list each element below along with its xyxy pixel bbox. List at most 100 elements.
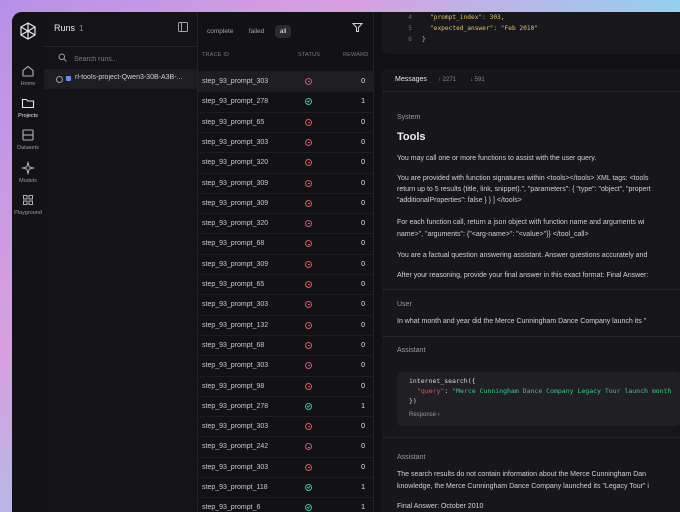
- tokens-out: ↓ 591: [470, 76, 485, 83]
- trace-row[interactable]: step_93_prompt_6 1: [198, 497, 373, 512]
- runs-header: Runs 1: [54, 23, 83, 33]
- search-icon: [58, 53, 67, 62]
- system-text: name>", "arguments": {"<arg-name>": "<va…: [397, 231, 589, 238]
- trace-row[interactable]: step_93_prompt_278 1: [198, 91, 373, 112]
- trace-reward: 1: [361, 402, 365, 410]
- assistant-role-label: Assistant: [397, 454, 426, 461]
- trace-reward: 1: [361, 484, 365, 491]
- trace-row[interactable]: step_93_prompt_303 0: [198, 294, 373, 315]
- trace-row[interactable]: step_93_prompt_320 0: [198, 152, 373, 173]
- system-text: "additionalProperties": false } } ] </to…: [397, 197, 522, 204]
- logo-icon: [20, 22, 36, 40]
- run-radio[interactable]: [56, 76, 63, 83]
- trace-row[interactable]: step_93_prompt_65 0: [198, 274, 373, 295]
- trace-row[interactable]: step_93_prompt_303 0: [198, 131, 373, 153]
- tool-call-args: "query": "Merce Cunningham Dance Company…: [417, 387, 672, 395]
- nav-label-playground: Playground: [14, 210, 42, 216]
- filter-all[interactable]: all: [274, 25, 292, 38]
- trace-id: step_93_prompt_132: [202, 321, 269, 329]
- sidebar-collapse-icon[interactable]: [178, 22, 188, 32]
- trace-row[interactable]: step_93_prompt_309 0: [198, 192, 373, 214]
- trace-row[interactable]: step_93_prompt_68 0: [198, 334, 373, 356]
- runs-search-input[interactable]: [72, 51, 191, 67]
- tool-call-value: "Merce Cunningham Dance Company Legacy T…: [452, 387, 672, 395]
- trace-reward: 0: [361, 423, 365, 431]
- complete-status-icon: [305, 402, 312, 410]
- trace-id: step_93_prompt_278: [202, 402, 269, 410]
- trace-reward: 0: [361, 382, 365, 390]
- system-text: You are a factual question answering ass…: [397, 252, 648, 259]
- trace-reward: 0: [361, 159, 365, 167]
- tokens-in: ↑ 2271: [438, 76, 457, 83]
- failed-status-icon: [305, 199, 312, 207]
- nav-item-playground[interactable]: Playground: [12, 193, 44, 216]
- nav-item-models[interactable]: Models: [12, 161, 44, 184]
- run-color-swatch: [66, 76, 71, 81]
- trace-reward: 0: [361, 179, 365, 187]
- nav-item-projects[interactable]: Projects: [12, 96, 44, 119]
- filter-failed[interactable]: failed: [244, 25, 270, 38]
- trace-id: step_93_prompt_68: [202, 240, 265, 248]
- trace-reward: 0: [361, 78, 365, 85]
- trace-row[interactable]: step_93_prompt_309 0: [198, 172, 373, 194]
- system-text: For each function call, return a json ob…: [397, 219, 645, 226]
- trace-row[interactable]: step_93_prompt_303 0: [198, 71, 373, 92]
- trace-row[interactable]: step_93_prompt_303 0: [198, 355, 373, 376]
- filter-icon[interactable]: [352, 22, 363, 33]
- nav-item-home[interactable]: Home: [12, 64, 44, 87]
- filter-complete[interactable]: complete: [202, 25, 238, 38]
- trace-id: step_93_prompt_65: [202, 281, 265, 288]
- trace-row[interactable]: step_93_prompt_278 1: [198, 395, 373, 417]
- nav-item-datasets[interactable]: Datasets: [12, 128, 44, 151]
- trace-id: step_93_prompt_320: [202, 220, 269, 228]
- trace-row[interactable]: step_93_prompt_303 0: [198, 416, 373, 437]
- code-text: "expected_answer": "Feb 2010": [430, 25, 539, 32]
- message-divider: [382, 289, 680, 290]
- trace-id: step_93_prompt_118: [202, 484, 268, 491]
- tool-call-block: internet_search({ "query": "Merce Cunnin…: [397, 372, 680, 426]
- trace-row[interactable]: step_93_prompt_242 0: [198, 436, 373, 457]
- trace-reward: 1: [361, 98, 365, 106]
- failed-status-icon: [305, 281, 312, 288]
- trace-id: step_93_prompt_303: [202, 78, 269, 85]
- col-status: STATUS: [298, 52, 321, 58]
- system-role-label: System: [397, 114, 421, 121]
- trace-id: step_93_prompt_242: [202, 443, 269, 451]
- col-reward: REWARD: [343, 52, 369, 58]
- failed-status-icon: [305, 240, 312, 248]
- trace-row[interactable]: step_93_prompt_303 0: [198, 456, 373, 478]
- failed-status-icon: [305, 423, 312, 431]
- trace-row[interactable]: step_93_prompt_98 0: [198, 375, 373, 397]
- trace-row[interactable]: step_93_prompt_68 0: [198, 233, 373, 254]
- run-name: rl-tools-project-Qwen3-30B-A3B-...: [75, 74, 183, 81]
- user-role-label: User: [397, 301, 412, 308]
- trace-id: step_93_prompt_309: [202, 199, 269, 207]
- trace-id: step_93_prompt_309: [202, 260, 269, 268]
- assistant-text: The search results do not contain inform…: [397, 471, 647, 478]
- code-text: "prompt_index": 303,: [430, 14, 505, 21]
- trace-id: step_93_prompt_309: [202, 179, 269, 187]
- failed-status-icon: [305, 463, 312, 471]
- trace-id: step_93_prompt_6: [202, 504, 261, 512]
- trace-row[interactable]: step_93_prompt_309 0: [198, 253, 373, 275]
- system-text: return up to 5 results (title, link, sni…: [397, 186, 651, 193]
- trace-row[interactable]: step_93_prompt_132 0: [198, 314, 373, 336]
- trace-row[interactable]: step_93_prompt_320 0: [198, 213, 373, 234]
- failed-status-icon: [305, 159, 312, 167]
- runs-title: Runs: [54, 23, 76, 33]
- trace-reward: 0: [361, 301, 365, 309]
- trace-reward: 0: [361, 443, 365, 451]
- complete-status-icon: [305, 504, 312, 512]
- messages-header: Messages ↑ 2271 ↓ 591: [382, 69, 680, 92]
- trace-reward: 0: [361, 260, 365, 268]
- final-answer: Final Answer: October 2010: [397, 503, 484, 510]
- trace-table-header: TRACE ID STATUS REWARD: [198, 48, 373, 62]
- nav-rail: Home Projects Datasets Models Playground: [12, 12, 45, 512]
- failed-status-icon: [305, 321, 312, 329]
- trace-row[interactable]: step_93_prompt_65 0: [198, 111, 373, 133]
- trace-id: step_93_prompt_278: [202, 98, 269, 106]
- trace-row[interactable]: step_93_prompt_118 1: [198, 477, 373, 498]
- run-item[interactable]: rl-tools-project-Qwen3-30B-A3B-...: [44, 69, 197, 89]
- failed-status-icon: [305, 382, 312, 390]
- response-toggle[interactable]: Response ›: [409, 412, 440, 418]
